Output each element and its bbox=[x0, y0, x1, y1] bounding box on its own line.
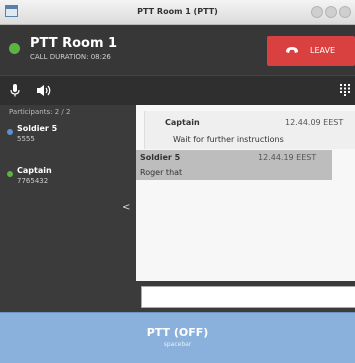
call-duration: CALL DURATION: 08:26 bbox=[30, 53, 111, 61]
participant-item[interactable]: Soldier 5 5555 bbox=[0, 119, 136, 149]
room-name: PTT Room 1 bbox=[30, 36, 118, 51]
participants-count: Participants: 2 / 2 bbox=[9, 108, 71, 116]
message-sender: Soldier 5 bbox=[140, 153, 181, 162]
minimize-button[interactable] bbox=[311, 6, 323, 18]
leave-label: LEAVE bbox=[310, 46, 335, 55]
leave-button[interactable]: LEAVE bbox=[267, 36, 355, 66]
ptt-label: PTT (OFF) bbox=[146, 326, 209, 339]
call-header: PTT Room 1 CALL DURATION: 08:26 LEAVE bbox=[0, 25, 355, 75]
message-time: 12.44.19 EEST bbox=[258, 153, 317, 162]
participant-status-icon bbox=[7, 129, 13, 135]
chat-message: Soldier 5 12.44.19 EEST Roger that bbox=[136, 150, 332, 180]
message-text: Wait for further instructions bbox=[173, 135, 284, 144]
chat-messages: Captain 12.44.09 EEST Wait for further i… bbox=[136, 105, 355, 281]
chat-input-row bbox=[136, 281, 355, 312]
chat-input[interactable] bbox=[141, 286, 355, 308]
message-sender: Captain bbox=[165, 118, 200, 127]
maximize-button[interactable] bbox=[325, 6, 337, 18]
connection-status-icon bbox=[9, 43, 20, 54]
participants-sidebar: Participants: 2 / 2 Soldier 5 5555 Capta… bbox=[0, 105, 136, 312]
speaker-icon[interactable] bbox=[36, 84, 52, 97]
message-time: 12.44.09 EEST bbox=[285, 118, 344, 127]
keypad-icon[interactable] bbox=[340, 84, 350, 96]
ptt-shortcut-hint: spacebar bbox=[163, 341, 192, 348]
window-title: PTT Room 1 (PTT) bbox=[137, 7, 218, 16]
participant-status-icon bbox=[7, 171, 13, 177]
participant-name: Soldier 5 bbox=[17, 124, 58, 133]
ptt-button[interactable]: PTT (OFF) spacebar bbox=[0, 312, 355, 363]
window-titlebar: PTT Room 1 (PTT) bbox=[0, 0, 355, 25]
chat-message: Captain 12.44.09 EEST Wait for further i… bbox=[144, 111, 355, 149]
close-button[interactable] bbox=[339, 6, 351, 18]
participant-name: Captain bbox=[17, 166, 52, 175]
message-text: Roger that bbox=[140, 168, 183, 177]
participant-id: 5555 bbox=[17, 135, 35, 143]
window-controls bbox=[311, 6, 351, 18]
participant-item[interactable]: Captain 7765432 bbox=[0, 161, 136, 191]
participant-id: 7765432 bbox=[17, 177, 49, 185]
hang-up-icon bbox=[286, 47, 298, 53]
microphone-icon[interactable] bbox=[10, 84, 20, 97]
call-toolbar bbox=[0, 75, 355, 105]
chevron-left-icon[interactable]: < bbox=[122, 202, 130, 213]
